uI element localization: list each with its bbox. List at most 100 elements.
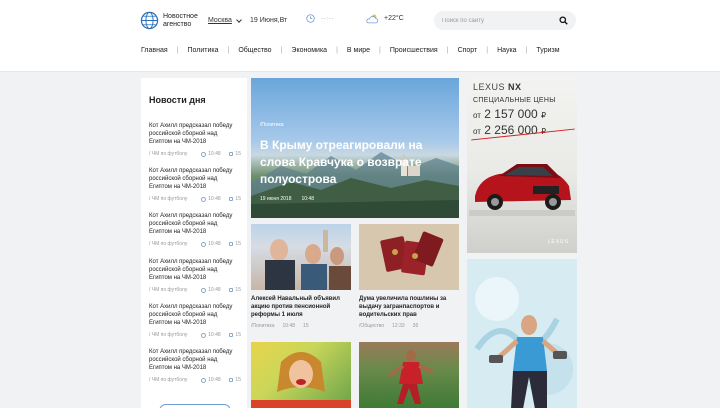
news-comments: 15	[235, 241, 241, 247]
nav-item-sport[interactable]: Спорт	[458, 47, 478, 54]
clock: --:--	[306, 14, 334, 23]
nav-item-tourism[interactable]: Туризм	[536, 47, 559, 54]
hero-meta: 19 июня 2018 10:48	[260, 196, 314, 202]
article-card[interactable]	[251, 342, 351, 408]
article-image	[251, 224, 351, 290]
comment-icon	[228, 197, 234, 201]
nav-item-society[interactable]: Общество	[238, 47, 271, 54]
article-card[interactable]	[359, 342, 459, 408]
hero-article[interactable]: /Политика В Крыму отреагировали на слова…	[251, 78, 459, 218]
search-icon[interactable]	[559, 16, 568, 25]
news-category: / ЧМ по футболу	[149, 377, 188, 383]
nav-separator: |	[227, 47, 230, 54]
news-category: / ЧМ по футболу	[149, 287, 188, 293]
crowd-photo	[265, 230, 351, 290]
news-category: / ЧМ по футболу	[149, 196, 188, 202]
nav-item-incidents[interactable]: Происшествия	[390, 47, 438, 54]
news-comments: 15	[235, 151, 241, 157]
nav-item-politics[interactable]: Политика	[187, 47, 218, 54]
nav-separator: |	[486, 47, 489, 54]
fitness-advert[interactable]	[467, 259, 577, 408]
clock-icon	[201, 241, 207, 247]
list-item[interactable]: Кот Ахилл предсказал победу российской с…	[149, 348, 241, 383]
news-title[interactable]: Кот Ахилл предсказал победу российской с…	[149, 122, 241, 146]
hero-time: 10:48	[301, 196, 314, 202]
ad-currency: ₽	[541, 111, 547, 120]
ad-price-new-value: 2 157 000	[484, 107, 538, 121]
article-title[interactable]: Алексей Навальный объявил акцию против п…	[251, 295, 351, 319]
news-time: 10:48	[208, 332, 221, 338]
clock-icon	[201, 151, 207, 157]
article-title[interactable]: Дума увеличила пошлины за выдачу загранп…	[359, 295, 459, 319]
nav-item-science[interactable]: Наука	[497, 47, 516, 54]
comment-icon	[228, 333, 234, 337]
news-category: / ЧМ по футболу	[149, 241, 188, 247]
site-header: Новостное агенство Москва 19 Июня,Вт --:…	[0, 0, 720, 72]
article-category: /Общество	[359, 323, 385, 329]
more-news-button[interactable]	[159, 404, 231, 408]
clock-icon	[201, 287, 207, 293]
current-time: --:--	[321, 15, 335, 22]
nav-item-economy[interactable]: Экономика	[291, 47, 327, 54]
nav-item-world[interactable]: В мире	[347, 47, 370, 54]
ad-price-prefix: от	[473, 111, 481, 120]
news-title[interactable]: Кот Ахилл предсказал победу российской с…	[149, 348, 241, 372]
clock-icon	[201, 377, 207, 383]
article-image	[359, 224, 459, 290]
nav-separator: |	[336, 47, 338, 54]
hero-category[interactable]: /Политика	[260, 122, 284, 128]
list-item[interactable]: Кот Ахилл предсказал победу российской с…	[149, 258, 241, 293]
ad-logo: LEXUS	[547, 239, 569, 245]
article-time: 12:33	[392, 323, 405, 329]
ad-image	[467, 259, 577, 408]
lexus-advert[interactable]: LEXUS NX СПЕЦИАЛЬНЫЕ ЦЕНЫ от 2 157 000 ₽…	[467, 78, 577, 253]
car-image	[469, 164, 575, 216]
ad-price-prefix: от	[473, 127, 481, 136]
news-category: / ЧМ по футболу	[149, 151, 188, 157]
ad-brand: LEXUS NX	[473, 82, 522, 92]
news-time: 10:48	[208, 151, 221, 157]
nav-separator: |	[379, 47, 381, 54]
news-title[interactable]: Кот Ахилл предсказал победу российской с…	[149, 258, 241, 282]
list-item[interactable]: Кот Ахилл предсказал победу российской с…	[149, 303, 241, 338]
news-meta: / ЧМ по футболу 10:48 15	[149, 377, 241, 383]
site-logo[interactable]: Новостное агенство	[140, 11, 213, 30]
news-meta: / ЧМ по футболу 10:48 15	[149, 151, 241, 157]
hero-title[interactable]: В Крыму отреагировали на слова Кравчука …	[260, 137, 455, 188]
article-meta: /Политика 10:48 15	[251, 323, 351, 329]
news-comments: 15	[235, 332, 241, 338]
ad-price-new: от 2 157 000 ₽	[473, 107, 546, 121]
temperature: +22°C	[384, 15, 404, 22]
news-time: 10:48	[208, 241, 221, 247]
article-card[interactable]: Дума увеличила пошлины за выдачу загранп…	[359, 224, 459, 329]
news-time: 10:48	[208, 196, 221, 202]
search-box	[434, 11, 576, 30]
article-image	[251, 342, 351, 408]
nav-item-home[interactable]: Главная	[141, 47, 168, 54]
news-category: / ЧМ по футболу	[149, 332, 188, 338]
nav-separator: |	[280, 47, 283, 54]
article-comments: 36	[412, 323, 419, 329]
article-card[interactable]: Алексей Навальный объявил акцию против п…	[251, 224, 351, 329]
search-input[interactable]	[442, 17, 559, 24]
article-image	[359, 342, 459, 408]
news-title[interactable]: Кот Ахилл предсказал победу российской с…	[149, 212, 241, 236]
article-category: /Политика	[251, 323, 275, 329]
list-item[interactable]: Кот Ахилл предсказал победу российской с…	[149, 212, 241, 247]
list-item[interactable]: Кот Ахилл предсказал победу российской с…	[149, 167, 241, 202]
news-time: 10:48	[208, 377, 221, 383]
globe-icon	[140, 11, 159, 30]
passports-photo	[380, 231, 444, 276]
article-time: 10:48	[282, 323, 296, 329]
city-name: Москва	[208, 17, 232, 24]
hero-date: 19 июня 2018	[260, 196, 292, 202]
city-selector[interactable]: Москва	[208, 16, 242, 24]
list-item[interactable]: Кот Ахилл предсказал победу российской с…	[149, 122, 241, 157]
news-comments: 15	[235, 196, 241, 202]
news-title[interactable]: Кот Ахилл предсказал победу российской с…	[149, 303, 241, 327]
news-meta: / ЧМ по футболу 10:48 15	[149, 332, 241, 338]
news-title[interactable]: Кот Ахилл предсказал победу российской с…	[149, 167, 241, 191]
clock-icon	[201, 332, 207, 338]
comment-icon	[228, 242, 234, 246]
chevron-down-icon	[236, 16, 242, 23]
